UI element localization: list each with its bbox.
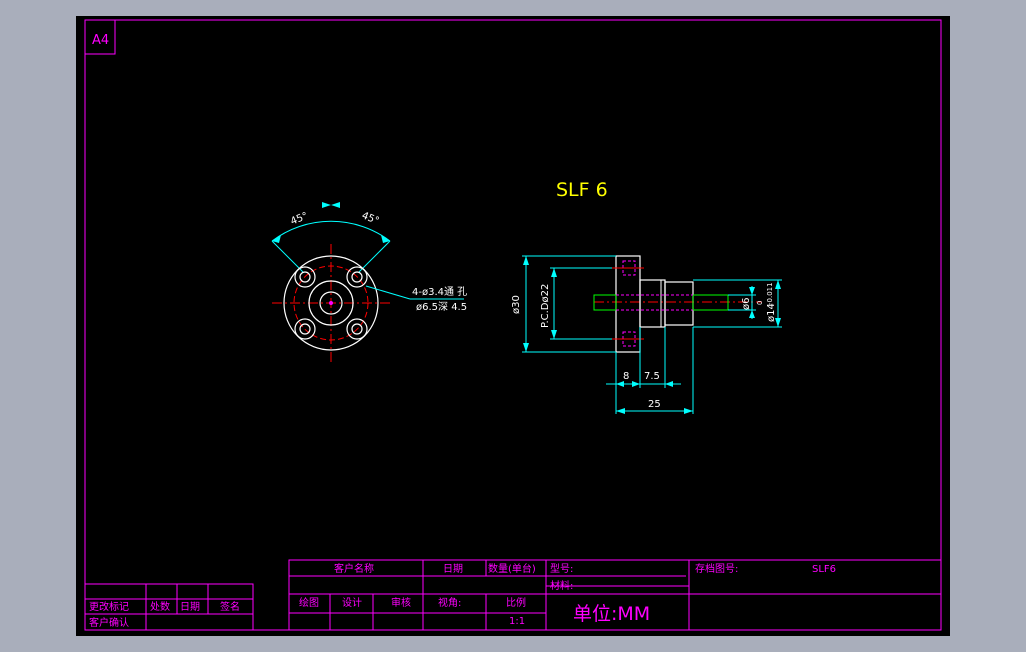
dim-length-arrow-r [684, 408, 693, 414]
dim-body-tol-upper: 0 [756, 301, 764, 305]
scale-value: 1:1 [509, 616, 525, 627]
dim-outer-dia: ø30 [511, 295, 522, 314]
dim-pcd-arrow-top [551, 268, 557, 277]
dim-step: 7.5 [644, 371, 660, 382]
side-view: ø30 P.C.Dø22 ø6 ø14 0 -0.011 8 7.5 25 [511, 255, 782, 414]
bolt-hole-bottom-left [294, 318, 316, 340]
dim-flange: 8 [623, 371, 629, 382]
angle-arrow-mid-l [322, 202, 331, 208]
inner-border [84, 19, 942, 631]
dim-shaft-arrow-bottom [749, 310, 755, 318]
signature-label: 签名 [220, 600, 240, 613]
drawn-label: 绘图 [299, 596, 319, 609]
front-view: 45° 45° 4-ø3.4通 孔 ø6.5深 4.5 [271, 202, 467, 362]
dim-body-arrow-top [775, 280, 781, 289]
view-label: 视角: [438, 596, 461, 609]
rev-date-label: 日期 [180, 601, 200, 613]
unit-label: 单位:MM [573, 603, 650, 625]
dim-pcd-arrow-bottom [551, 330, 557, 339]
archive-label: 存档图号: [695, 562, 738, 575]
angle-ext-left [271, 240, 304, 273]
archive-value: SLF6 [812, 564, 836, 575]
drawing-sheet: A4 SLF 6 45° 45° 4-ø3.4通 孔 ø6.5深 4.5 ø30… [76, 16, 950, 636]
dim-outer-arrow-top [523, 256, 529, 265]
review-label: 审核 [391, 596, 411, 609]
dim-body-tol-lower: -0.011 [766, 282, 774, 305]
dim-outer-arrow-bottom [523, 343, 529, 352]
drawing-title: SLF 6 [556, 179, 608, 201]
angle-label-left: 45° [289, 211, 310, 228]
dim-length-arrow-l [616, 408, 625, 414]
scale-label: 比例 [506, 596, 526, 609]
size-label: A4 [92, 33, 109, 48]
change-mark-label: 更改标记 [89, 600, 129, 613]
dim-pcd: P.C.Dø22 [540, 284, 551, 328]
flange-body [615, 255, 641, 353]
hub-step [664, 281, 694, 326]
bore-center [329, 301, 333, 305]
customer-name-label: 客户名称 [334, 562, 374, 575]
model-label: 型号: [550, 562, 573, 575]
angle-ext-right [358, 240, 391, 273]
dim-length: 25 [648, 399, 661, 410]
date-label: 日期 [443, 563, 463, 575]
location-label: 处数 [150, 600, 170, 613]
dim-flange-arrow-r [632, 381, 640, 387]
cad-drawing: A4 SLF 6 45° 45° 4-ø3.4通 孔 ø6.5深 4.5 ø30… [84, 19, 942, 631]
angle-arrow-mid-r [331, 202, 340, 208]
design-label: 设计 [342, 596, 362, 609]
dim-step-arrow-r [665, 381, 673, 387]
dim-shaft-arrow-top [749, 287, 755, 295]
material-label: 材料: [550, 579, 573, 592]
hole-note-line1: 4-ø3.4通 孔 [412, 286, 467, 298]
dim-shaft-dia: ø6 [741, 298, 752, 310]
hole-leader [365, 285, 411, 300]
hole-note-line2: ø6.5深 4.5 [416, 301, 467, 313]
customer-confirm-label: 客户确认 [89, 616, 129, 629]
qty-label: 数量(单台) [488, 562, 536, 575]
angle-label-right: 45° [360, 210, 381, 227]
